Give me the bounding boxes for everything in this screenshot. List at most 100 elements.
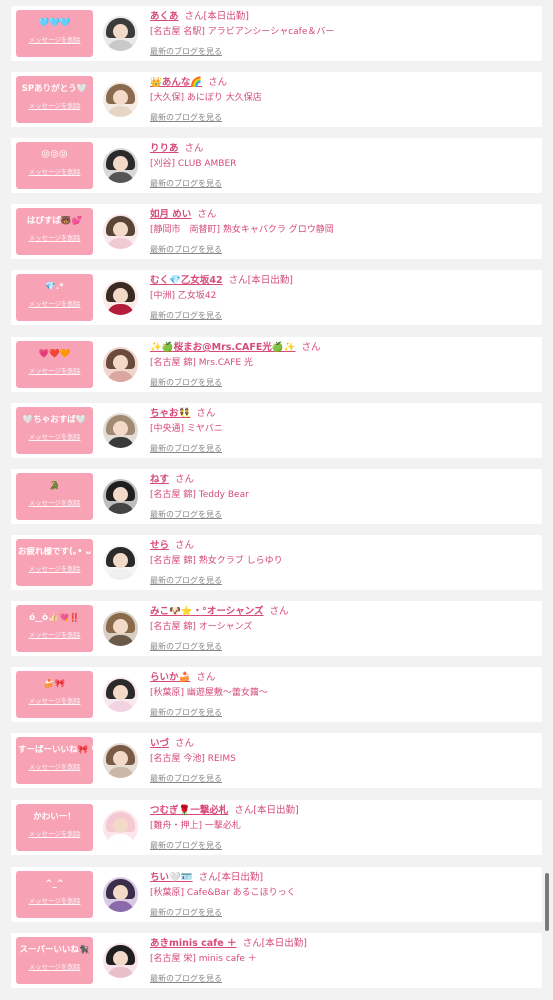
- list-item: すーぱーいいね🎀 ⁾ メッセージを削除 いづ さん [名古屋 今池] REIMS …: [11, 733, 542, 788]
- honorific-status: さん: [197, 209, 217, 220]
- avatar[interactable]: [103, 16, 138, 51]
- cast-name-link[interactable]: 👑あんな🌈: [150, 77, 202, 88]
- latest-blog-link[interactable]: 最新のブログを見る: [150, 641, 222, 652]
- message-text: 🍰🎀: [43, 679, 66, 689]
- cast-name-link[interactable]: ちゃお👯: [150, 408, 190, 419]
- message-bubble[interactable]: 💗❤️🧡 メッセージを削除: [16, 341, 93, 388]
- list-item: 💗❤️🧡 メッセージを削除 ✨🍏桜まお@Mrs.CAFE光🍏✨ さん [名古屋 錦…: [11, 337, 542, 392]
- latest-blog-link[interactable]: 最新のブログを見る: [150, 46, 222, 57]
- delete-message-link[interactable]: メッセージを削除: [16, 367, 93, 376]
- delete-message-link[interactable]: メッセージを削除: [16, 433, 93, 442]
- delete-message-link[interactable]: メッセージを削除: [16, 631, 93, 640]
- latest-blog-link[interactable]: 最新のブログを見る: [150, 377, 222, 388]
- latest-blog-link[interactable]: 最新のブログを見る: [150, 575, 222, 586]
- latest-blog-link[interactable]: 最新のブログを見る: [150, 907, 222, 918]
- cast-name-link[interactable]: あくあ: [150, 11, 179, 22]
- store-info: [名古屋 今池] REIMS: [150, 754, 236, 764]
- message-bubble[interactable]: かわいー！ メッセージを削除: [16, 804, 93, 851]
- store-info: [中央通] ミヤバニ: [150, 424, 223, 434]
- latest-blog-link[interactable]: 最新のブログを見る: [150, 112, 222, 123]
- latest-blog-link[interactable]: 最新のブログを見る: [150, 178, 222, 189]
- cast-name-link[interactable]: いづ: [150, 738, 169, 749]
- scrollbar-thumb[interactable]: [545, 873, 549, 931]
- message-text: すーぱーいいね🎀 ⁾: [18, 745, 93, 755]
- cast-name-link[interactable]: みこ🐶⭐️・°オーシャンズ: [150, 606, 264, 617]
- avatar[interactable]: [103, 280, 138, 315]
- delete-message-link[interactable]: メッセージを削除: [16, 697, 93, 706]
- message-text: 🩵🩵🩵: [38, 18, 71, 28]
- latest-blog-link[interactable]: 最新のブログを見る: [150, 509, 222, 520]
- cast-name-link[interactable]: ✨🍏桜まお@Mrs.CAFE光🍏✨: [150, 342, 296, 353]
- store-info: [名古屋 錦] 熟女クラブ しらゆり: [150, 556, 283, 566]
- latest-blog-link[interactable]: 最新のブログを見る: [150, 840, 222, 851]
- message-bubble[interactable]: 🤍ちゃおすば🤍 メッセージを削除: [16, 407, 93, 454]
- delete-message-link[interactable]: メッセージを削除: [16, 168, 93, 177]
- message-bubble[interactable]: ó‿ò👍🏻💘‼️ メッセージを削除: [16, 605, 93, 652]
- delete-message-link[interactable]: メッセージを削除: [16, 102, 93, 111]
- honorific-status: さん: [175, 474, 195, 485]
- message-bubble[interactable]: スーパーいいね🐈‍⬛ メッセージを削除: [16, 937, 93, 984]
- honorific-status: さん[本日出勤]: [228, 275, 293, 286]
- latest-blog-link[interactable]: 最新のブログを見る: [150, 310, 222, 321]
- latest-blog-link[interactable]: 最新のブログを見る: [150, 244, 222, 255]
- cast-name-link[interactable]: せら: [150, 540, 169, 551]
- avatar[interactable]: [103, 545, 138, 580]
- cast-name-link[interactable]: 如月 めい: [150, 209, 191, 220]
- message-bubble[interactable]: 💎.* メッセージを削除: [16, 274, 93, 321]
- delete-message-link[interactable]: メッセージを削除: [16, 499, 93, 508]
- honorific-status: さん: [175, 540, 195, 551]
- message-bubble[interactable]: お疲れ様です(｡• ᴗ •｡) メッセージを削除: [16, 539, 93, 586]
- message-bubble[interactable]: 😝😝😝 メッセージを削除: [16, 142, 93, 189]
- avatar[interactable]: [103, 743, 138, 778]
- delete-message-link[interactable]: メッセージを削除: [16, 963, 93, 972]
- message-bubble[interactable]: SPありがとう🤍 メッセージを削除: [16, 76, 93, 123]
- message-bubble[interactable]: ^_^ メッセージを削除: [16, 871, 93, 918]
- message-bubble[interactable]: すーぱーいいね🎀 ⁾ メッセージを削除: [16, 737, 93, 784]
- delete-message-link[interactable]: メッセージを削除: [16, 897, 93, 906]
- message-bubble[interactable]: はぴすぱ🐻💕 メッセージを削除: [16, 208, 93, 255]
- list-item: スーパーいいね🐈‍⬛ メッセージを削除 あきminis cafe ＋ さん[本日出…: [11, 933, 542, 988]
- list-item: かわいー！ メッセージを削除 つむぎ🌹一撃必札 さん[本日出勤] [難舟・押上] …: [11, 800, 542, 855]
- delete-message-link[interactable]: メッセージを削除: [16, 300, 93, 309]
- delete-message-link[interactable]: メッセージを削除: [16, 36, 93, 45]
- message-bubble[interactable]: 🍰🎀 メッセージを削除: [16, 671, 93, 718]
- cast-name-link[interactable]: ねす: [150, 474, 169, 485]
- message-text: はぴすぱ🐻💕: [26, 216, 83, 226]
- honorific-status: さん: [184, 143, 204, 154]
- latest-blog-link[interactable]: 最新のブログを見る: [150, 773, 222, 784]
- avatar[interactable]: [103, 214, 138, 249]
- message-bubble[interactable]: 🐊 メッセージを削除: [16, 473, 93, 520]
- cast-name-link[interactable]: りりあ: [150, 143, 179, 154]
- avatar[interactable]: [103, 877, 138, 912]
- delete-message-link[interactable]: メッセージを削除: [16, 234, 93, 243]
- avatar[interactable]: [103, 413, 138, 448]
- honorific-status: さん[本日出勤]: [184, 11, 249, 22]
- cast-name-link[interactable]: あきminis cafe ＋: [150, 938, 237, 949]
- avatar[interactable]: [103, 943, 138, 978]
- avatar[interactable]: [103, 479, 138, 514]
- avatar[interactable]: [103, 148, 138, 183]
- latest-blog-link[interactable]: 最新のブログを見る: [150, 443, 222, 454]
- latest-blog-link[interactable]: 最新のブログを見る: [150, 973, 222, 984]
- message-text: スーパーいいね🐈‍⬛: [19, 945, 90, 955]
- delete-message-link[interactable]: メッセージを削除: [16, 565, 93, 574]
- message-text: 😝😝😝: [41, 150, 68, 160]
- avatar[interactable]: [103, 82, 138, 117]
- message-text: 💗❤️🧡: [38, 349, 71, 359]
- list-item: ó‿ò👍🏻💘‼️ メッセージを削除 みこ🐶⭐️・°オーシャンズ さん [名古屋 錦…: [11, 601, 542, 656]
- honorific-status: さん[本日出勤]: [234, 805, 299, 816]
- avatar[interactable]: [103, 611, 138, 646]
- delete-message-link[interactable]: メッセージを削除: [16, 763, 93, 772]
- cast-name-link[interactable]: ちい🤍🪪: [150, 872, 193, 883]
- avatar[interactable]: [103, 677, 138, 712]
- avatar[interactable]: [103, 347, 138, 382]
- store-info: [刈谷] CLUB AMBER: [150, 159, 237, 169]
- cast-name-link[interactable]: つむぎ🌹一撃必札: [150, 805, 228, 816]
- latest-blog-link[interactable]: 最新のブログを見る: [150, 707, 222, 718]
- list-item: 💎.* メッセージを削除 むく💎乙女坂42 さん[本日出勤] [中洲] 乙女坂42…: [11, 270, 542, 325]
- cast-name-link[interactable]: らいか🍰: [150, 672, 190, 683]
- message-bubble[interactable]: 🩵🩵🩵 メッセージを削除: [16, 10, 93, 57]
- cast-name-link[interactable]: むく💎乙女坂42: [150, 275, 223, 286]
- delete-message-link[interactable]: メッセージを削除: [16, 830, 93, 839]
- avatar[interactable]: [103, 810, 138, 845]
